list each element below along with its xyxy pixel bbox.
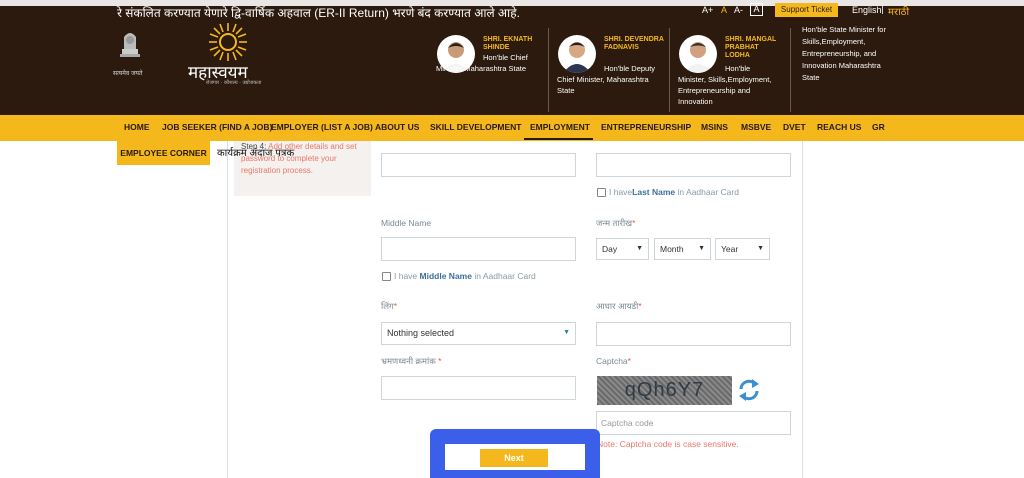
- dob-year-select[interactable]: Year ▼: [715, 238, 770, 260]
- font-decrease-button[interactable]: A-: [734, 5, 743, 15]
- mahaswayam-logo-icon[interactable]: [208, 22, 248, 62]
- nav-entrepreneurship[interactable]: ENTREPRENEURSHIP: [601, 122, 691, 132]
- emblem-caption: सत्यमेव जयते: [113, 70, 143, 77]
- chevron-down-icon: ▼: [636, 245, 643, 252]
- chevron-down-icon: ▼: [757, 245, 764, 252]
- nav-about-us[interactable]: ABOUT US: [375, 122, 419, 132]
- font-normal-button[interactable]: A: [721, 5, 727, 15]
- last-name-input[interactable]: [381, 153, 576, 177]
- nav-reach-us[interactable]: REACH US: [817, 122, 861, 132]
- mobile-label: भ्रमणध्वनी क्रमांक *: [381, 356, 442, 366]
- chevron-down-icon: ▼: [698, 245, 705, 252]
- nav-msins[interactable]: MSINS: [701, 122, 728, 132]
- nav-msbve[interactable]: MSBVE: [741, 122, 771, 132]
- last-name-aadhaar-label: I haveLast Name in Aadhaar Card: [609, 187, 739, 197]
- captcha-input[interactable]: Captcha code: [596, 411, 791, 435]
- nav-job-seeker[interactable]: JOB SEEKER (FIND A JOB): [162, 122, 272, 132]
- minister-title-3: Hon'ble Minister, Skills,Employment, Ent…: [678, 64, 772, 106]
- aadhaar-label: आधार आयडी*: [596, 301, 642, 311]
- aadhaar-input[interactable]: [596, 322, 791, 346]
- caret-down-icon: ▼: [563, 329, 570, 336]
- refresh-captcha-icon[interactable]: [737, 376, 761, 404]
- gender-select[interactable]: Nothing selected ▼: [381, 322, 576, 345]
- lang-marathi-link[interactable]: मराठी: [888, 4, 909, 18]
- gender-label: लिंग*: [381, 301, 398, 311]
- minister-name-3: SHRI. MANGAL PRABHAT LODHA: [725, 36, 777, 59]
- nav-home[interactable]: HOME: [124, 122, 150, 132]
- lang-english-link[interactable]: English: [852, 5, 882, 15]
- first-name-input[interactable]: [596, 153, 791, 177]
- dob-label: जन्म तारीख*: [596, 218, 636, 228]
- minister-name-2: SHRI. DEVENDRA FADNAVIS: [604, 36, 664, 51]
- nav-dvet[interactable]: DVET: [783, 122, 806, 132]
- captcha-image: qQh6Y7: [597, 376, 732, 405]
- nav-employer[interactable]: EMPLOYER (LIST A JOB): [271, 122, 373, 132]
- dropdown-menu-item-karyakram[interactable]: कार्यक्रम अंदाज पत्रक: [217, 145, 294, 159]
- middle-name-aadhaar-label: I have Middle Name in Aadhaar Card: [394, 271, 536, 281]
- minister-title-1: Hon'ble Chief Minister Maharashtra State: [436, 53, 528, 73]
- middle-name-label: Middle Name: [381, 218, 432, 228]
- minister-divider: [790, 28, 791, 112]
- nav-skill-development[interactable]: SKILL DEVELOPMENT: [430, 122, 521, 132]
- mobile-input[interactable]: [381, 376, 576, 400]
- contrast-button[interactable]: A: [750, 3, 763, 16]
- nav-gr[interactable]: GR: [872, 122, 885, 132]
- minister-divider: [548, 28, 549, 112]
- nav-employee-corner[interactable]: EMPLOYEE CORNER: [117, 141, 210, 165]
- lang-separator: |: [881, 5, 885, 15]
- nav-active-indicator: [524, 138, 593, 140]
- dob-day-select[interactable]: Day ▼: [596, 238, 649, 260]
- minister-name-1: SHRI. EKNATH SHINDE: [483, 36, 533, 51]
- captcha-note: Note: Captcha code is case sensitive.: [597, 439, 739, 449]
- minister-divider: [669, 28, 670, 112]
- minister-title-2: Hon'ble Deputy Chief Minister, Maharasht…: [557, 64, 656, 95]
- middle-name-aadhaar-checkbox[interactable]: [382, 272, 391, 281]
- nav-employment[interactable]: EMPLOYMENT: [530, 122, 590, 132]
- font-increase-button[interactable]: A+: [702, 5, 713, 15]
- announcement-marquee: रे संकलित करण्यात येणारे द्वि-वार्षिक अह…: [117, 6, 520, 20]
- minister-title-4: Hon'ble State Minister for Skills,Employ…: [802, 25, 886, 82]
- dob-month-select[interactable]: Month ▼: [654, 238, 711, 260]
- brand-tagline: रोजगार · कौशल्य · उद्योजकता: [206, 80, 262, 86]
- last-name-aadhaar-checkbox[interactable]: [597, 188, 606, 197]
- middle-name-input[interactable]: [381, 237, 576, 261]
- state-emblem-icon: [120, 33, 140, 57]
- captcha-label: Captcha*: [596, 356, 631, 366]
- next-button[interactable]: Next: [480, 449, 548, 467]
- support-ticket-button[interactable]: Support Ticket: [775, 3, 838, 17]
